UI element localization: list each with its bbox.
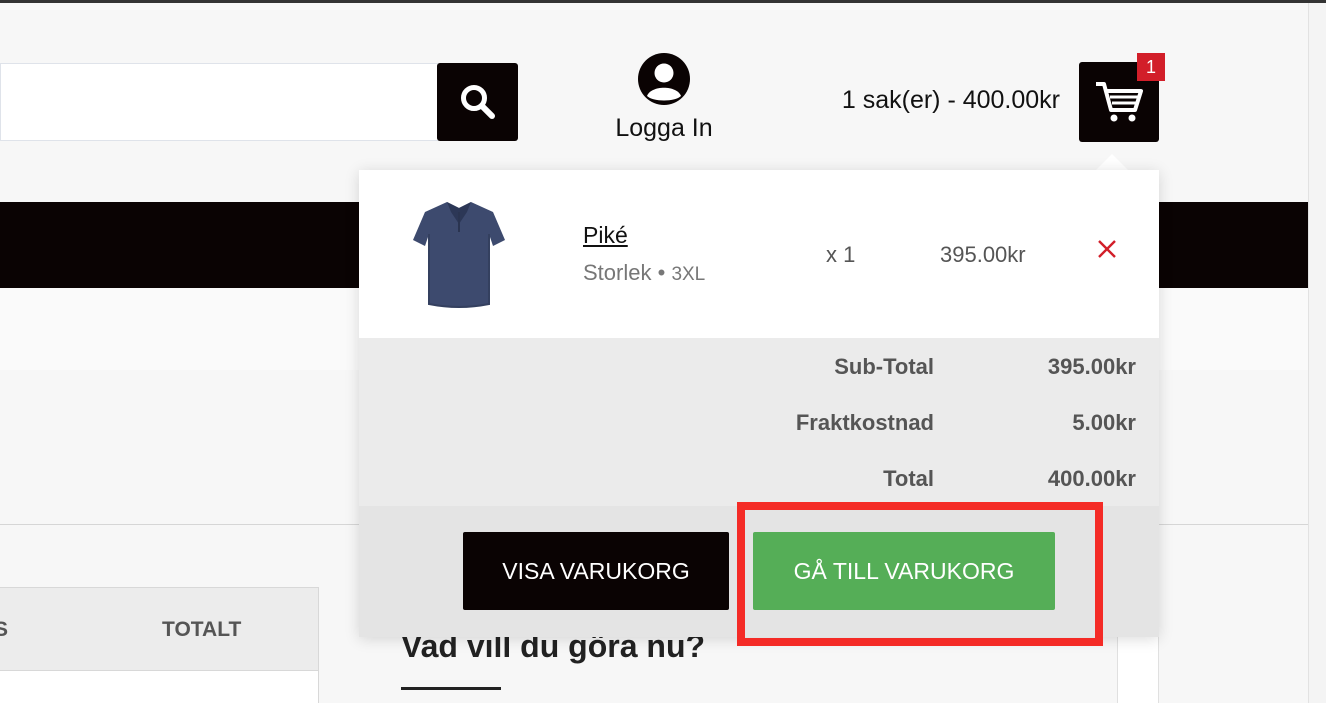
option-separator: •	[657, 260, 672, 285]
close-icon	[1098, 240, 1116, 258]
heading-underline	[401, 687, 501, 690]
remove-item-button[interactable]	[1097, 236, 1117, 264]
cart-item-option: Storlek • 3XL	[583, 260, 705, 286]
cart-count-badge: 1	[1137, 53, 1165, 81]
top-border	[0, 0, 1326, 3]
view-cart-button[interactable]: VISA VARUKORG	[463, 532, 729, 610]
option-value: 3XL	[671, 264, 706, 285]
subtotal-label: Sub-Total	[834, 354, 934, 379]
cart-table-body	[0, 671, 319, 703]
highlight-box	[737, 502, 1103, 646]
cart-item-price: 395.00kr	[940, 242, 1026, 267]
scrollbar[interactable]	[1308, 3, 1326, 703]
shipping-label: Fraktkostnad	[795, 410, 934, 435]
cart-item-quantity: x 1	[826, 242, 856, 267]
cart-item-name[interactable]: Piké	[583, 222, 628, 249]
table-header-total: TOTALT	[162, 618, 242, 641]
polo-shirt-icon[interactable]	[409, 194, 509, 314]
shipping-value: 5.00kr	[1072, 410, 1136, 435]
subtotal-value: 395.00kr	[1047, 354, 1136, 379]
cart-table-header: S TOTALT	[0, 587, 319, 671]
search-input[interactable]	[0, 63, 438, 141]
login-label: Logga In	[615, 114, 713, 142]
cart-item-row: Piké Storlek • 3XL x 1 395.00kr	[359, 170, 1159, 338]
table-header-cell: S	[0, 618, 9, 641]
dropdown-arrow	[1095, 154, 1129, 171]
search-icon	[460, 85, 495, 119]
login-link[interactable]: Logga In	[600, 52, 728, 147]
cart-icon	[1096, 82, 1143, 122]
total-value: 400.00kr	[1047, 466, 1136, 491]
cart-summary[interactable]: 1 sak(er) - 400.00kr	[790, 86, 1060, 115]
search-button[interactable]	[437, 63, 518, 141]
option-label: Storlek	[583, 260, 652, 285]
total-label: Total	[883, 466, 934, 491]
cart-totals	[359, 338, 1159, 506]
user-icon	[638, 53, 690, 105]
